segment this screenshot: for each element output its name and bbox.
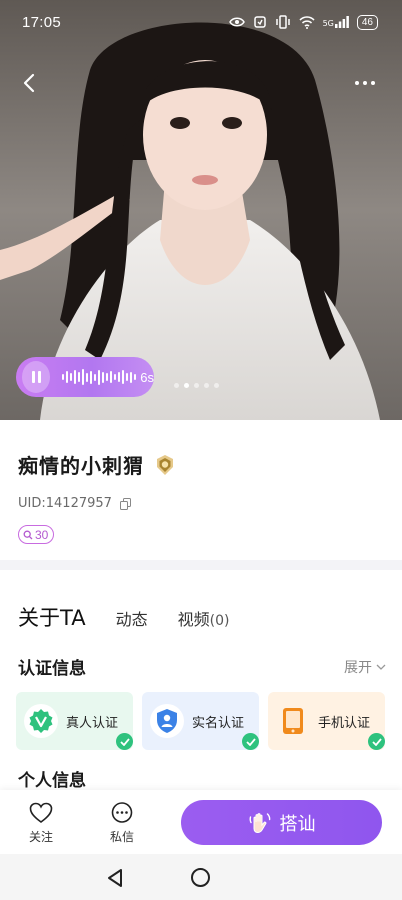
check-icon	[368, 733, 385, 750]
system-nav-bar	[0, 854, 402, 900]
cert-label: 手机认证	[318, 715, 371, 731]
back-button[interactable]	[14, 68, 44, 98]
level-badge: 30	[18, 525, 55, 544]
status-bar: 17:05 5G 46	[0, 0, 402, 44]
follow-button[interactable]: 关注	[29, 802, 53, 845]
chat-button[interactable]: 私信	[110, 802, 134, 845]
section-divider	[0, 560, 402, 570]
system-home-icon[interactable]	[191, 868, 210, 887]
signal-icon: 5G	[323, 16, 349, 28]
level-search-icon	[23, 530, 33, 539]
carousel-dot[interactable]	[194, 383, 199, 388]
certification-title: 认证信息	[18, 659, 86, 679]
copy-icon[interactable]	[119, 497, 132, 510]
tab-videos[interactable]: 视频(0)	[178, 606, 230, 630]
greet-button[interactable]: 搭讪	[181, 800, 382, 845]
tab-about[interactable]: 关于TA	[18, 602, 86, 632]
expand-button[interactable]: 展开	[344, 657, 386, 677]
verified-v-icon	[24, 704, 58, 738]
phone-icon	[276, 704, 310, 738]
user-name: 痴情的小刺猬	[18, 454, 144, 478]
tab-videos-count: (0)	[209, 613, 230, 629]
heart-icon	[29, 802, 53, 823]
cert-card-real-name[interactable]: 实名认证	[142, 692, 259, 750]
eye-icon	[228, 17, 245, 27]
more-dots-icon	[355, 81, 359, 85]
uid-row: UID: 14127957	[18, 496, 132, 511]
check-icon	[242, 733, 259, 750]
alarm-icon	[253, 16, 266, 28]
rank-badge-icon[interactable]	[154, 454, 176, 476]
chevron-down-icon	[376, 664, 386, 670]
check-icon	[116, 733, 133, 750]
vibrate-icon	[275, 15, 290, 29]
tab-moments[interactable]: 动态	[116, 606, 148, 630]
profile-header: 痴情的小刺猬 UID: 14127957 30	[0, 420, 402, 560]
carousel-dot[interactable]	[204, 383, 209, 388]
uid-value: 14127957	[45, 496, 112, 511]
carousel-indicator	[174, 383, 219, 388]
bottom-action-bar: 关注 私信 搭讪	[0, 790, 402, 854]
certification-cards: 真人认证 实名认证 手机认证	[16, 692, 385, 750]
uid-label: UID:	[18, 496, 46, 511]
name-row: 痴情的小刺猬	[18, 450, 176, 479]
profile-tabs: 关于TA 动态 视频(0)	[18, 602, 259, 632]
carousel-dot-active[interactable]	[184, 383, 189, 388]
carousel-dot[interactable]	[214, 383, 219, 388]
profile-photo-carousel[interactable]: 17:05 5G 46 6s	[0, 0, 402, 420]
waveform-icon	[62, 367, 137, 387]
wifi-icon	[299, 15, 315, 29]
top-nav	[0, 62, 402, 102]
more-options-button[interactable]	[350, 68, 380, 98]
waving-hand-icon	[249, 812, 270, 833]
network-type: 5G	[322, 19, 334, 28]
chat-label: 私信	[110, 830, 135, 844]
id-person-shield-icon	[150, 704, 184, 738]
expand-label: 展开	[344, 659, 372, 676]
greet-label: 搭讪	[279, 813, 316, 835]
chevron-left-icon	[23, 73, 35, 93]
system-back-icon[interactable]	[106, 868, 124, 888]
status-icons: 5G 46	[228, 14, 378, 30]
follow-label: 关注	[29, 830, 54, 844]
pause-icon[interactable]	[22, 361, 51, 393]
personal-info-title: 个人信息	[18, 771, 86, 791]
chat-bubble-icon	[111, 802, 133, 823]
battery-indicator: 46	[356, 14, 378, 30]
voice-intro-player[interactable]: 6s	[16, 357, 154, 397]
cert-card-phone[interactable]: 手机认证	[268, 692, 385, 750]
cert-card-real-person[interactable]: 真人认证	[16, 692, 133, 750]
cert-label: 实名认证	[192, 715, 245, 731]
level-value: 30	[35, 527, 49, 542]
tab-videos-label: 视频	[177, 610, 210, 629]
certification-header: 认证信息 展开	[18, 654, 386, 679]
cert-label: 真人认证	[66, 715, 119, 731]
status-time: 17:05	[22, 13, 62, 31]
voice-duration: 6s	[140, 369, 154, 385]
carousel-dot[interactable]	[174, 383, 179, 388]
